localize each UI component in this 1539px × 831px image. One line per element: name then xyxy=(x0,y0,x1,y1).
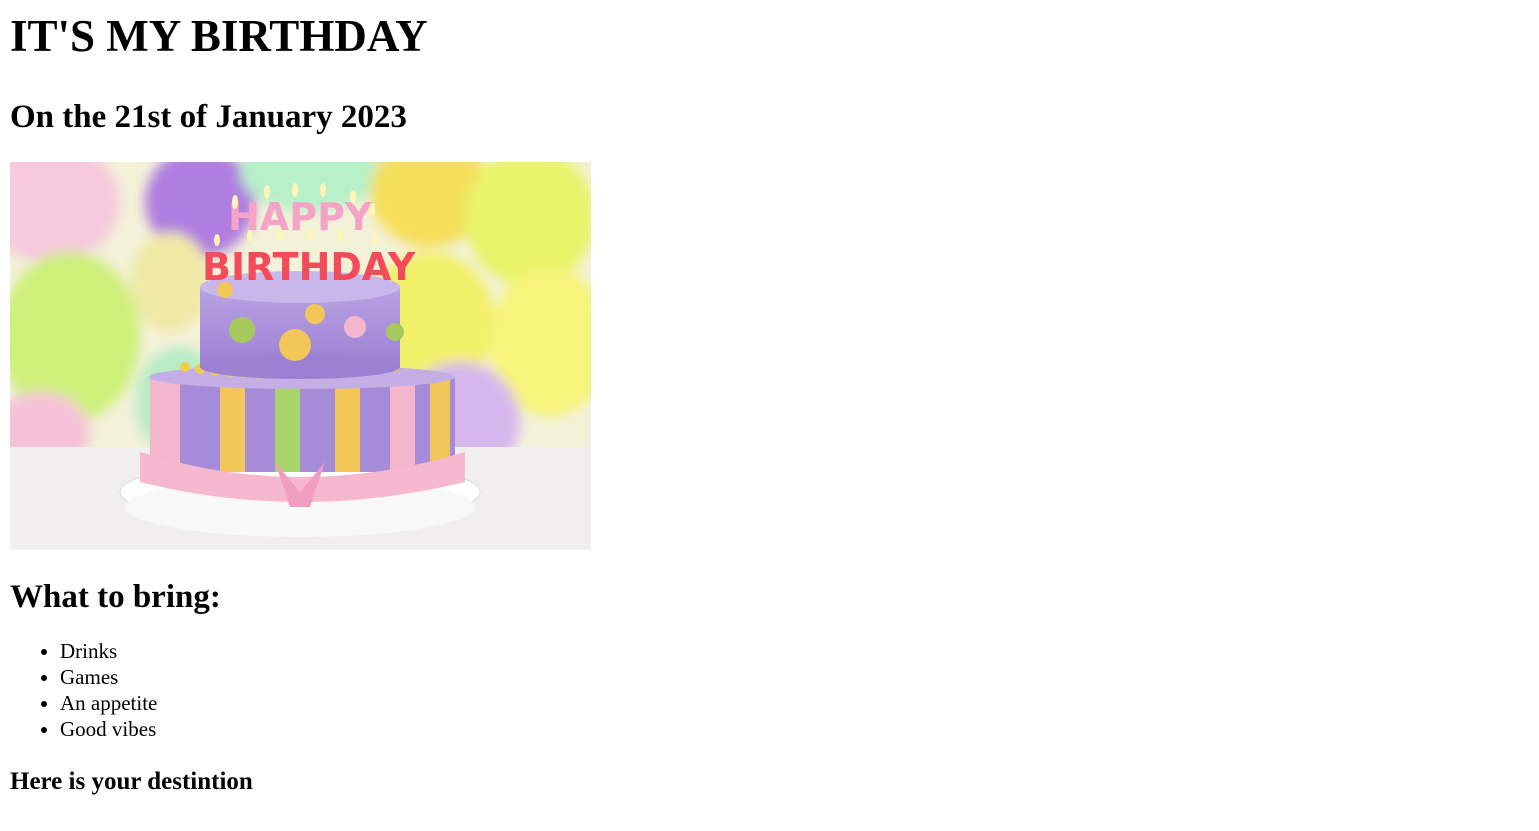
page-title: IT'S MY BIRTHDAY xyxy=(10,11,428,61)
page-content: IT'S MY BIRTHDAY On the 21st of January … xyxy=(0,10,1539,797)
what-to-bring-heading: What to bring: xyxy=(10,579,221,615)
list-item: Drinks xyxy=(60,638,1529,664)
destination-heading: Here is your destintion xyxy=(10,768,253,795)
list-item: An appetite xyxy=(60,690,1529,716)
birthday-cake-image: HAPPY BIRTHDAY xyxy=(10,162,591,550)
date-heading: On the 21st of January 2023 xyxy=(10,99,407,135)
list-item: Good vibes xyxy=(60,716,1529,742)
candle-text-birthday: BIRTHDAY xyxy=(202,245,416,289)
list-item: Games xyxy=(60,664,1529,690)
bring-list: Drinks Games An appetite Good vibes xyxy=(10,638,1529,742)
